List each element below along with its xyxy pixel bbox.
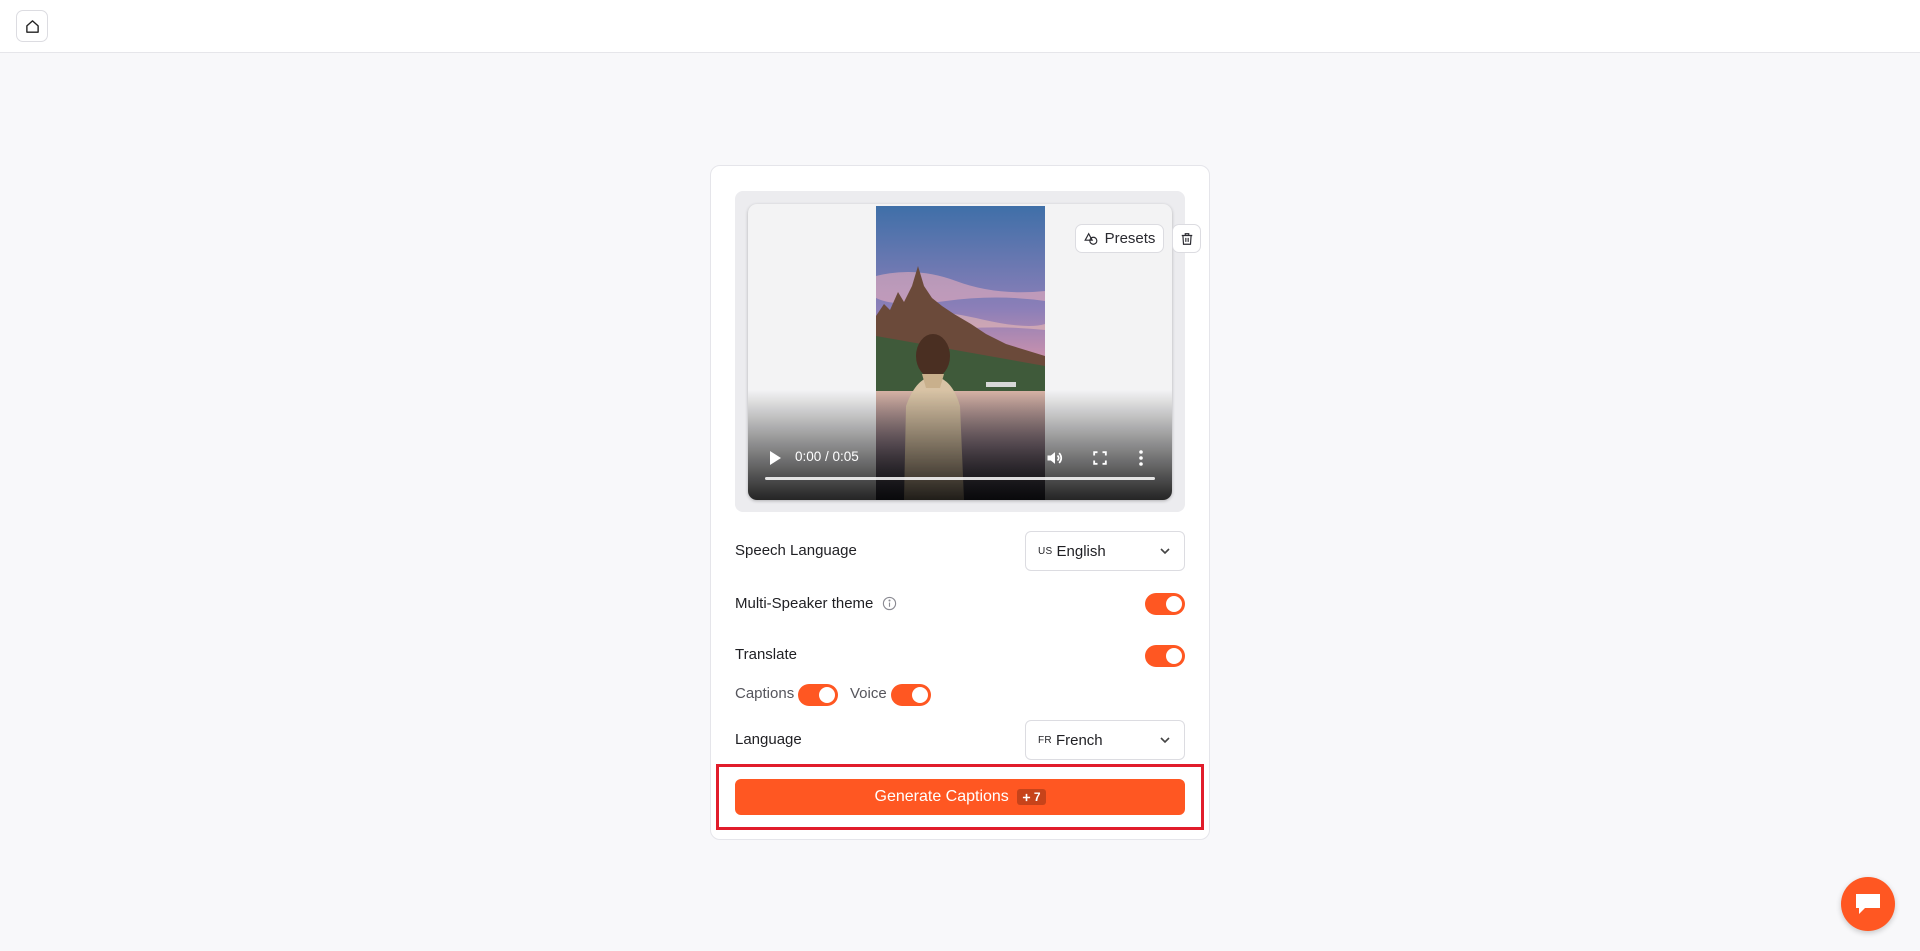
chevron-down-icon — [1160, 737, 1170, 744]
captions-label: Captions — [735, 685, 795, 702]
chevron-down-icon — [1160, 548, 1170, 555]
captions-toggle[interactable] — [798, 684, 838, 706]
generate-captions-label: Generate Captions — [874, 788, 1009, 805]
generate-captions-button[interactable]: Generate Captions 7 — [735, 779, 1185, 815]
voice-label: Voice — [850, 685, 887, 702]
target-language-value: French — [1055, 731, 1103, 749]
volume-icon[interactable] — [1045, 448, 1065, 468]
video-controls-overlay — [748, 390, 1172, 500]
translate-toggle[interactable] — [1145, 645, 1185, 667]
target-language-select[interactable]: FR French — [1025, 720, 1185, 760]
speech-language-label: Speech Language — [735, 542, 857, 559]
video-progress-bar[interactable] — [765, 477, 1155, 480]
toggle-knob — [912, 687, 928, 703]
presets-label: Presets — [1104, 230, 1156, 247]
multi-speaker-toggle[interactable] — [1145, 593, 1185, 615]
plus-icon — [1022, 793, 1030, 801]
toggle-knob — [1166, 648, 1182, 664]
multi-speaker-label: Multi-Speaker theme — [735, 595, 874, 612]
info-icon[interactable] — [882, 596, 897, 611]
language-label: Language — [735, 731, 802, 748]
shapes-icon — [1083, 232, 1097, 245]
credit-badge: 7 — [1016, 789, 1046, 805]
delete-button[interactable] — [1172, 224, 1201, 253]
trash-icon — [1181, 232, 1192, 245]
speech-language-value: English — [1056, 542, 1106, 560]
chat-button[interactable] — [1841, 877, 1895, 931]
play-icon[interactable] — [768, 450, 782, 466]
chat-icon — [1856, 894, 1880, 914]
more-vertical-icon[interactable] — [1138, 448, 1144, 468]
credit-count: 7 — [1033, 790, 1041, 804]
speech-language-flag: US — [1038, 545, 1053, 557]
target-language-flag: FR — [1038, 734, 1052, 746]
toggle-knob — [1166, 596, 1182, 612]
video-time: 0:00 / 0:05 — [795, 449, 859, 464]
toggle-knob — [819, 687, 835, 703]
top-bar — [0, 0, 1920, 53]
speech-language-select[interactable]: US English — [1025, 531, 1185, 571]
presets-button[interactable]: Presets — [1075, 224, 1164, 253]
caption-card: 0:00 / 0:05 Presets Speech Language US E… — [710, 165, 1210, 840]
fullscreen-icon[interactable] — [1090, 448, 1110, 468]
home-button[interactable] — [16, 10, 48, 42]
home-icon — [25, 19, 39, 33]
voice-toggle[interactable] — [891, 684, 931, 706]
translate-label: Translate — [735, 646, 797, 663]
video-container: 0:00 / 0:05 Presets — [735, 191, 1201, 512]
